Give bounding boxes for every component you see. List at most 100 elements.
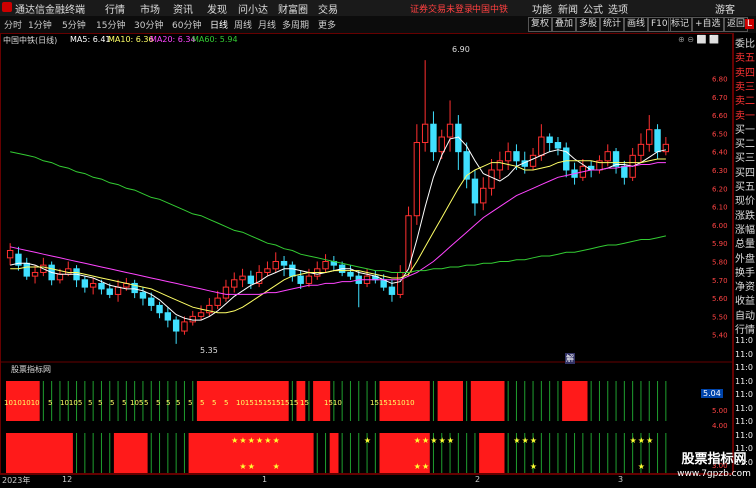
- indicator-bar-red: [122, 433, 131, 473]
- period-tab-monthly[interactable]: 月线: [258, 18, 276, 31]
- candle-body: [413, 142, 421, 217]
- watermark-title: 股票指标网: [681, 452, 747, 467]
- overlay-button[interactable]: 叠加: [552, 17, 577, 32]
- candle-body: [197, 312, 205, 317]
- price-axis-label: 6.80: [712, 75, 728, 83]
- add-watchlist-button[interactable]: +自选: [692, 17, 724, 32]
- indicator-bar-red: [296, 433, 306, 473]
- menu-item-quotes[interactable]: 行情: [105, 1, 125, 16]
- menu-item-news[interactable]: 资讯: [173, 1, 193, 16]
- menu-item-discover[interactable]: 发现: [207, 1, 227, 16]
- candle-body: [538, 136, 545, 156]
- candle-body: [272, 260, 279, 270]
- indicator-bar-red: [39, 433, 48, 473]
- menu-item-guest[interactable]: 游客: [715, 1, 735, 16]
- low-price-label: 5.35: [200, 346, 218, 355]
- period-tab-weekly[interactable]: 周线: [234, 18, 252, 31]
- indicator-bar-red: [130, 433, 140, 473]
- menu-item-trade[interactable]: 交易: [318, 1, 338, 16]
- candle-body: [56, 273, 64, 281]
- period-tab-more[interactable]: 更多: [318, 18, 336, 31]
- period-tab-5min[interactable]: 5分钟: [62, 18, 86, 31]
- period-tab-60min[interactable]: 60分钟: [172, 18, 201, 31]
- indicator-bar-red: [379, 433, 389, 473]
- indicator-bar-red: [421, 381, 430, 421]
- tick-time: 11:0: [735, 349, 753, 359]
- orderbook-label: 买三: [735, 153, 755, 165]
- tick-time: 11:0: [735, 417, 753, 426]
- indicator-star: ★: [414, 462, 421, 471]
- period-tab-timeshare[interactable]: 分时: [4, 18, 22, 31]
- indicator-number-label: 5: [48, 399, 52, 407]
- indicator-bar-red: [487, 433, 497, 473]
- period-tab-multi[interactable]: 多周期: [282, 18, 309, 31]
- indicator-bar-red: [479, 433, 488, 473]
- orderbook-label: 现价: [735, 196, 755, 208]
- period-tab-daily[interactable]: 日线: [210, 18, 228, 31]
- menu-item-formula[interactable]: 公式: [583, 1, 603, 16]
- candle-body: [421, 123, 429, 144]
- indicator-bar-red: [396, 433, 405, 473]
- indicator-bar-red: [404, 433, 414, 473]
- price-axis-label: 5.40: [712, 332, 728, 340]
- indicator-bar-red: [578, 381, 588, 421]
- indicator-number-label: 5: [156, 399, 160, 407]
- indicator-number-label: 5: [176, 399, 180, 407]
- multi-stock-button[interactable]: 多股: [576, 17, 601, 32]
- indicator-bar-red: [304, 433, 314, 473]
- orderbook-label: 行情: [735, 325, 755, 336]
- candle-body: [139, 292, 147, 299]
- indicator-star: ★: [646, 436, 653, 445]
- indicator-bar-red: [479, 381, 488, 421]
- indicator-number-label: 5: [122, 399, 126, 407]
- candle-body: [98, 282, 105, 290]
- menu-item-wealth[interactable]: 财富圈: [278, 1, 308, 16]
- orderbook-label: 涨跌: [735, 210, 755, 222]
- order-book-panel: 委比 卖五 卖四 卖三 卖二 卖一 买一 买二 买三 买四 买五 现价 涨跌 涨幅 总量 外盘 换手 净资 收益 自动…: [733, 19, 756, 473]
- indicator-star: ★: [239, 436, 246, 445]
- draw-button[interactable]: 画线: [624, 17, 649, 32]
- menu-item-ask[interactable]: 问小达: [238, 1, 268, 16]
- unlock-marker[interactable]: 解: [565, 353, 575, 364]
- indicator-number-label: 5: [110, 399, 114, 407]
- orderbook-label: 卖三: [735, 81, 755, 93]
- period-tab-1min[interactable]: 1分钟: [28, 18, 52, 31]
- stock-name-link[interactable]: 中国中铁: [472, 2, 508, 15]
- orderbook-label: 涨幅: [735, 224, 755, 236]
- adjust-button[interactable]: 复权: [528, 17, 553, 32]
- indicator-bar-red: [470, 381, 480, 421]
- price-chart[interactable]: 6.80 6.70 6.60 6.50 6.40 6.30 6.20 6.10 6.00 5.90…: [0, 33, 733, 474]
- candle-body: [164, 312, 172, 321]
- candle-body: [239, 275, 246, 281]
- tick-time: 11:0: [735, 390, 753, 399]
- orderbook-label: 卖一: [735, 110, 755, 122]
- candle-body: [471, 178, 479, 204]
- chart-border: [0, 33, 733, 474]
- candle-body: [156, 304, 163, 314]
- candle-body: [587, 165, 595, 171]
- indicator-bar-red: [113, 433, 123, 473]
- price-axis-label: 5.90: [712, 240, 728, 248]
- price-axis-label: 5.60: [712, 295, 728, 303]
- indicator-number-label: 10151515151515: [236, 399, 298, 407]
- menu-bar: 通达信金融终端 行情 市场 资讯 发现 问小达 财富圈 交易 证券交易未登录 中…: [0, 0, 756, 17]
- candle-body: [6, 250, 14, 259]
- menu-item-options[interactable]: 选项: [608, 1, 628, 16]
- indicator-star: ★: [638, 436, 645, 445]
- price-axis-label: 6.40: [712, 149, 728, 157]
- period-tab-30min[interactable]: 30分钟: [134, 18, 163, 31]
- menu-item-market[interactable]: 市场: [140, 1, 160, 16]
- mark-button[interactable]: 标记: [668, 17, 693, 32]
- indicator-bar-red: [6, 433, 15, 473]
- indicator-number-label: 5: [188, 399, 192, 407]
- candle-body: [529, 154, 537, 167]
- menu-item-newsfeed[interactable]: 新闻: [558, 1, 578, 16]
- indicator-star: ★: [430, 436, 437, 445]
- login-notice[interactable]: 证券交易未登录: [410, 2, 473, 15]
- period-tab-15min[interactable]: 15分钟: [96, 18, 125, 31]
- candle-body: [89, 282, 97, 288]
- menu-item-function[interactable]: 功能: [532, 1, 552, 16]
- candle-body: [446, 123, 454, 138]
- stats-button[interactable]: 统计: [600, 17, 625, 32]
- tick-time: 11:0: [735, 376, 753, 386]
